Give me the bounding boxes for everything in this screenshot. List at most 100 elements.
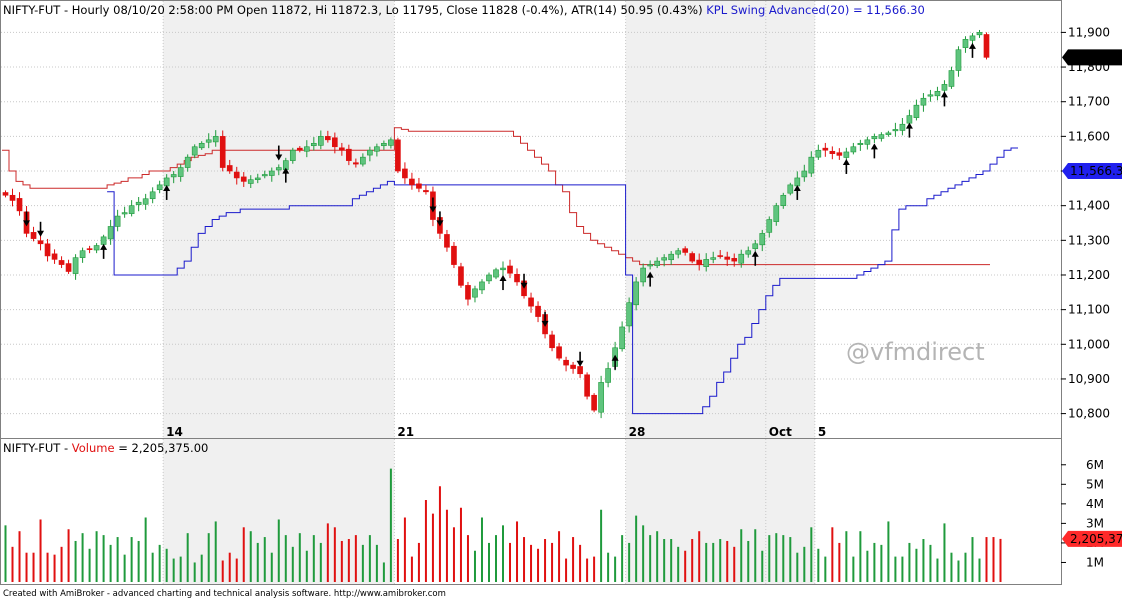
candle [584,372,590,400]
candle [458,262,464,288]
candle-body [570,364,576,369]
candle-body [409,178,415,186]
candle-body [219,136,226,168]
price-tick-label: 10,800 [1068,407,1110,421]
candle-body [556,346,562,359]
candle-body [535,305,541,317]
candle [395,137,401,174]
candle-body [303,146,310,152]
volume-tag-text: 2,205,375 [1070,532,1122,546]
candle-body [654,260,660,266]
candle-body [121,212,128,215]
header-symbol: NIFTY-FUT [3,3,61,17]
candle-body [339,147,345,151]
candle-body [184,156,191,168]
candle-body [815,149,822,158]
candle-body [801,170,808,178]
candle-body [37,240,44,245]
volume-tick-label: 4M [1086,497,1104,511]
price-tick-label: 11,300 [1068,233,1110,247]
candle-body [682,248,689,253]
candle-body [836,152,843,156]
volume-tick-label: 6M [1086,458,1104,472]
candle-body [780,194,787,206]
volume-header-symbol: NIFTY-FUT [3,441,61,455]
candle [787,182,794,196]
candle-body [30,232,37,239]
candle-body [493,269,499,278]
candle-body [619,326,625,350]
candle-body [626,302,632,327]
candle-body [233,171,240,179]
volume-header-value: = 2,205,375.00 [118,441,208,455]
candle-body [170,174,177,178]
candle-body [93,245,100,251]
candle-body [296,147,303,151]
price-tick-label: 11,100 [1068,303,1110,317]
candle-body [717,255,724,257]
candle-body [402,168,408,179]
candle-body [318,136,324,146]
candle-body [598,382,604,413]
candle-body [247,179,254,184]
candle-body [486,274,492,282]
candle-body [675,250,682,255]
candle-body [388,139,394,146]
candle-body [899,123,906,131]
candle-body [843,151,850,158]
volume-header-dash: - [64,441,72,455]
price-header: NIFTY-FUT - Hourly 08/10/20 2:58:00 PM O… [3,3,925,17]
candle-body [353,162,359,165]
candle-body [661,257,667,261]
candle-body [787,184,794,194]
candle-body [367,149,373,156]
candle-body [500,267,506,271]
candle-body [325,136,331,141]
candle-body [549,334,555,349]
candle-body [261,174,268,177]
candle-body [451,245,457,265]
candle-body [969,35,976,41]
candle-body [360,156,366,165]
candle-body [703,259,710,267]
candle [983,32,990,60]
candle-body [472,288,478,298]
candle-body [983,34,990,58]
candle-body [79,250,86,258]
candle-body [416,183,422,189]
candle-body [254,177,261,180]
candle-body [906,115,913,124]
price-shade-1 [625,1,815,438]
date-label: 14 [166,425,183,439]
candle-body [142,198,149,205]
candle-body [864,139,871,145]
candle-body [374,146,380,152]
candle-body [86,248,93,250]
candle-body [65,263,72,272]
candle-body [941,84,948,91]
candle-body [191,146,198,156]
candle-body [696,259,703,265]
candle-body [465,285,471,300]
candle-body [605,368,611,383]
volume-header-label: Volume [72,441,115,455]
candle-body [731,258,738,262]
price-tick-label: 11,000 [1068,337,1110,351]
candle-body [479,281,485,291]
candle-body [878,134,885,139]
indicator-tag-text: 11,566.3 [1070,164,1122,178]
candle-body [892,129,899,132]
price-tick-label: 10,900 [1068,372,1110,386]
candle-body [177,167,184,177]
candle-body [689,253,696,262]
volume-tick-label: 1M [1086,555,1104,569]
candle-body [72,257,79,274]
candle-body [668,253,674,261]
candle-body [226,165,233,172]
candle-body [640,267,646,283]
volume-tick-label: 3M [1086,516,1104,530]
candle-body [766,219,773,233]
candle-body [927,94,934,97]
candle-body [444,234,450,248]
footer-credit: Created with AmiBroker - advanced charti… [3,589,446,599]
